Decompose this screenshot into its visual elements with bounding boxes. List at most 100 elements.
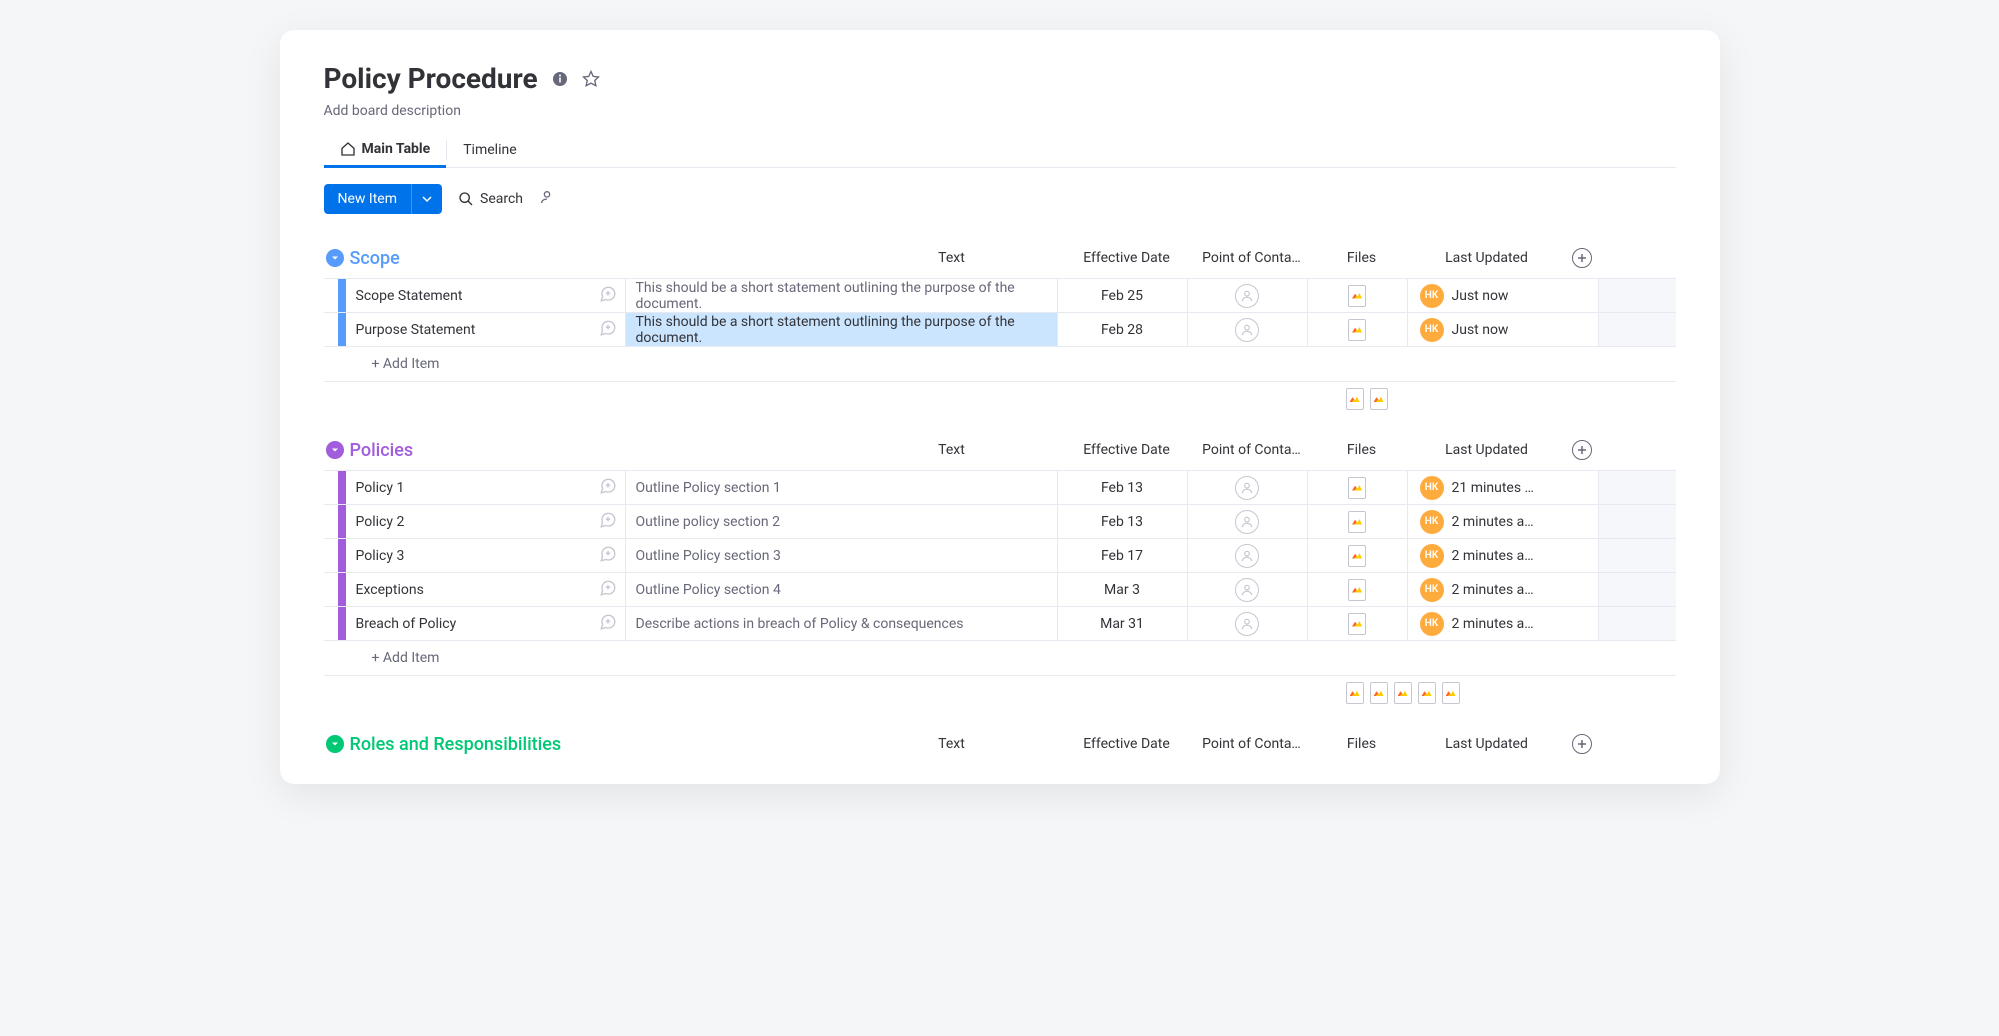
avatar[interactable]: HK xyxy=(1420,544,1444,568)
open-conversation-icon[interactable] xyxy=(599,285,617,307)
column-header-updated[interactable]: Last Updated xyxy=(1412,442,1562,458)
column-header-poc[interactable]: Point of Conta… xyxy=(1192,442,1312,458)
files-cell[interactable] xyxy=(1308,471,1408,504)
files-cell[interactable] xyxy=(1308,539,1408,572)
info-icon[interactable] xyxy=(552,71,568,87)
column-header-files[interactable]: Files xyxy=(1312,250,1412,266)
date-cell[interactable]: Feb 13 xyxy=(1058,471,1188,504)
group-collapse-toggle[interactable] xyxy=(324,441,346,459)
poc-cell[interactable] xyxy=(1188,313,1308,346)
text-cell[interactable]: Outline policy section 2 xyxy=(626,505,1058,538)
tab-timeline[interactable]: Timeline xyxy=(447,134,532,166)
column-header-poc[interactable]: Point of Conta… xyxy=(1192,736,1312,752)
column-header-poc[interactable]: Point of Conta… xyxy=(1192,250,1312,266)
file-icon[interactable] xyxy=(1348,477,1366,499)
add-item-label[interactable]: + Add Item xyxy=(346,356,440,372)
star-icon[interactable] xyxy=(582,70,600,88)
table-row[interactable]: Scope StatementThis should be a short st… xyxy=(324,279,1676,313)
group-collapse-toggle[interactable] xyxy=(324,249,346,267)
add-item-row[interactable]: + Add Item xyxy=(324,641,1676,675)
column-header-files[interactable]: Files xyxy=(1312,442,1412,458)
table-row[interactable]: Policy 2Outline policy section 2Feb 13 HK… xyxy=(324,505,1676,539)
files-cell[interactable] xyxy=(1308,505,1408,538)
group-files-summary[interactable] xyxy=(324,682,1676,704)
table-row[interactable]: Breach of PolicyDescribe actions in brea… xyxy=(324,607,1676,641)
poc-cell[interactable] xyxy=(1188,471,1308,504)
text-cell[interactable]: Describe actions in breach of Policy & c… xyxy=(626,607,1058,640)
table-row[interactable]: Policy 3Outline Policy section 3Feb 17 HK… xyxy=(324,539,1676,573)
avatar[interactable]: HK xyxy=(1420,578,1444,602)
file-icon[interactable] xyxy=(1348,285,1366,307)
file-icon[interactable] xyxy=(1348,545,1366,567)
group-name[interactable]: Roles and Responsibilities xyxy=(346,734,842,755)
date-cell[interactable]: Mar 31 xyxy=(1058,607,1188,640)
open-conversation-icon[interactable] xyxy=(599,579,617,601)
text-cell[interactable]: Outline Policy section 3 xyxy=(626,539,1058,572)
open-conversation-icon[interactable] xyxy=(599,477,617,499)
item-name-cell[interactable]: Policy 3 xyxy=(346,539,626,572)
add-column-button[interactable] xyxy=(1572,440,1592,460)
open-conversation-icon[interactable] xyxy=(599,613,617,635)
column-header-updated[interactable]: Last Updated xyxy=(1412,250,1562,266)
poc-cell[interactable] xyxy=(1188,607,1308,640)
file-icon[interactable] xyxy=(1370,682,1388,704)
file-icon[interactable] xyxy=(1370,388,1388,410)
column-header-date[interactable]: Effective Date xyxy=(1062,442,1192,458)
board-description[interactable]: Add board description xyxy=(324,103,1676,119)
date-cell[interactable]: Mar 3 xyxy=(1058,573,1188,606)
file-icon[interactable] xyxy=(1348,319,1366,341)
poc-cell[interactable] xyxy=(1188,279,1308,312)
avatar[interactable]: HK xyxy=(1420,612,1444,636)
table-row[interactable]: Policy 1Outline Policy section 1Feb 13 HK… xyxy=(324,471,1676,505)
date-cell[interactable]: Feb 13 xyxy=(1058,505,1188,538)
new-item-dropdown[interactable] xyxy=(411,184,442,214)
avatar[interactable]: HK xyxy=(1420,284,1444,308)
board-title[interactable]: Policy Procedure xyxy=(324,62,538,95)
file-icon[interactable] xyxy=(1346,388,1364,410)
date-cell[interactable]: Feb 17 xyxy=(1058,539,1188,572)
item-name-cell[interactable]: Exceptions xyxy=(346,573,626,606)
item-name-cell[interactable]: Breach of Policy xyxy=(346,607,626,640)
group-collapse-toggle[interactable] xyxy=(324,735,346,753)
add-item-row[interactable]: + Add Item xyxy=(324,347,1676,381)
tab-main-table[interactable]: Main Table xyxy=(324,133,447,168)
files-cell[interactable] xyxy=(1308,313,1408,346)
file-icon[interactable] xyxy=(1346,682,1364,704)
text-cell[interactable]: This should be a short statement outlini… xyxy=(626,313,1058,346)
new-item-button[interactable]: New Item xyxy=(324,184,412,214)
open-conversation-icon[interactable] xyxy=(599,319,617,341)
add-column-button[interactable] xyxy=(1572,734,1592,754)
group-name[interactable]: Policies xyxy=(346,440,842,461)
poc-cell[interactable] xyxy=(1188,573,1308,606)
add-item-label[interactable]: + Add Item xyxy=(346,650,440,666)
date-cell[interactable]: Feb 28 xyxy=(1058,313,1188,346)
files-cell[interactable] xyxy=(1308,279,1408,312)
item-name-cell[interactable]: Purpose Statement xyxy=(346,313,626,346)
files-cell[interactable] xyxy=(1308,573,1408,606)
item-name-cell[interactable]: Policy 1 xyxy=(346,471,626,504)
open-conversation-icon[interactable] xyxy=(599,545,617,567)
column-header-date[interactable]: Effective Date xyxy=(1062,736,1192,752)
avatar[interactable]: HK xyxy=(1420,318,1444,342)
file-icon[interactable] xyxy=(1348,613,1366,635)
search-button[interactable]: Search xyxy=(458,191,523,207)
text-cell[interactable]: This should be a short statement outlini… xyxy=(626,279,1058,312)
column-header-text[interactable]: Text xyxy=(842,442,1062,458)
column-header-files[interactable]: Files xyxy=(1312,736,1412,752)
item-name-cell[interactable]: Policy 2 xyxy=(346,505,626,538)
text-cell[interactable]: Outline Policy section 1 xyxy=(626,471,1058,504)
group-name[interactable]: Scope xyxy=(346,248,842,269)
column-header-text[interactable]: Text xyxy=(842,736,1062,752)
open-conversation-icon[interactable] xyxy=(599,511,617,533)
files-cell[interactable] xyxy=(1308,607,1408,640)
table-row[interactable]: ExceptionsOutline Policy section 4Mar 3H… xyxy=(324,573,1676,607)
avatar[interactable]: HK xyxy=(1420,510,1444,534)
file-icon[interactable] xyxy=(1348,579,1366,601)
column-header-updated[interactable]: Last Updated xyxy=(1412,736,1562,752)
avatar[interactable]: HK xyxy=(1420,476,1444,500)
file-icon[interactable] xyxy=(1418,682,1436,704)
file-icon[interactable] xyxy=(1394,682,1412,704)
add-column-button[interactable] xyxy=(1572,248,1592,268)
date-cell[interactable]: Feb 25 xyxy=(1058,279,1188,312)
file-icon[interactable] xyxy=(1348,511,1366,533)
